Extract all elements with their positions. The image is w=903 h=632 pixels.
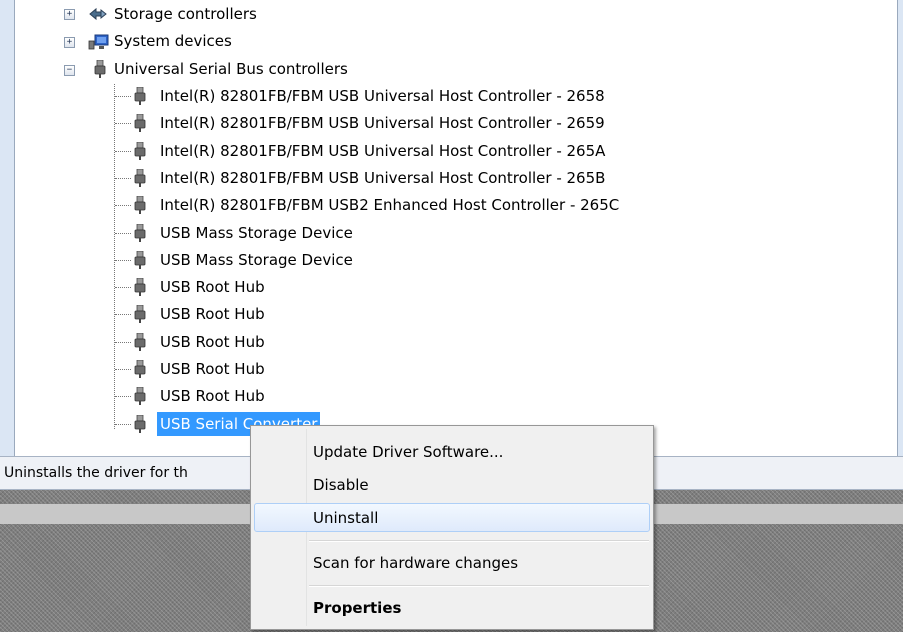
menu-item-label: Uninstall [313,509,379,527]
collapse-icon[interactable]: − [64,65,75,76]
tree-item-label: USB Mass Storage Device [160,224,353,242]
menu-separator [309,540,649,542]
menu-item-update-driver-software[interactable]: Update Driver Software... [254,437,650,466]
device-tree-panel[interactable]: + Storage controllers + System devices −… [0,0,903,456]
menu-separator [309,585,649,587]
context-menu: Update Driver Software... Disable Uninst… [250,425,654,630]
menu-item-label: Scan for hardware changes [313,554,519,572]
usb-plug-icon [134,387,146,405]
usb-plug-icon [134,196,146,214]
status-text: Uninstalls the driver for th [4,465,188,481]
tree-item-label: Intel(R) 82801FB/FBM USB Universal Host … [160,114,605,132]
usb-plug-icon [134,251,146,269]
tree-item-label: USB Root Hub [160,305,265,323]
usb-plug-icon [134,224,146,242]
menu-item-disable[interactable]: Disable [254,470,650,499]
tree-item-label: USB Root Hub [160,333,265,351]
tree-connector-branch [115,205,131,206]
menu-item-uninstall[interactable]: Uninstall [254,503,650,532]
usb-plug-icon [134,114,146,132]
usb-plug-icon [94,60,106,78]
tree-connector-line [114,84,115,429]
tree-item-label: Intel(R) 82801FB/FBM USB Universal Host … [160,169,606,187]
tree-connector-branch [115,342,131,343]
tree-connector-branch [115,123,131,124]
usb-plug-icon [134,142,146,160]
tree-item-label: USB Root Hub [160,278,265,296]
tree-connector-branch [115,424,131,425]
tree-item-label: Storage controllers [114,5,257,23]
storage-controller-icon [89,7,107,21]
tree-item-label: USB Mass Storage Device [160,251,353,269]
tree-item-label: USB Root Hub [160,360,265,378]
expand-icon[interactable]: + [64,9,75,20]
usb-plug-icon [134,333,146,351]
tree-item-label: Intel(R) 82801FB/FBM USB Universal Host … [160,142,606,160]
tree-connector-branch [115,314,131,315]
tree-item-label: USB Root Hub [160,387,265,405]
menu-item-label: Disable [313,476,369,494]
tree-connector-branch [115,287,131,288]
usb-plug-icon [134,305,146,323]
usb-plug-icon [134,169,146,187]
menu-item-properties[interactable]: Properties [254,593,650,622]
tree-connector-branch [115,396,131,397]
usb-plug-icon [134,278,146,296]
menu-item-label: Properties [313,599,402,617]
expand-icon[interactable]: + [64,37,75,48]
tree-connector-branch [115,151,131,152]
tree-connector-branch [115,369,131,370]
tree-connector-branch [115,96,131,97]
usb-plug-icon [134,415,146,433]
usb-plug-icon [134,87,146,105]
menu-item-scan-for-hardware-changes[interactable]: Scan for hardware changes [254,548,650,577]
tree-item-label: Intel(R) 82801FB/FBM USB2 Enhanced Host … [160,196,620,214]
tree-item-label: Universal Serial Bus controllers [114,60,348,78]
menu-item-label: Update Driver Software... [313,443,504,461]
system-device-icon [88,34,109,50]
tree-item-label: System devices [114,32,232,50]
tree-connector-branch [115,233,131,234]
tree-connector-branch [115,260,131,261]
tree-item-label: Intel(R) 82801FB/FBM USB Universal Host … [160,87,605,105]
window-left-border [0,0,15,456]
window-right-border [897,0,903,456]
usb-plug-icon [134,360,146,378]
tree-connector-branch [115,178,131,179]
